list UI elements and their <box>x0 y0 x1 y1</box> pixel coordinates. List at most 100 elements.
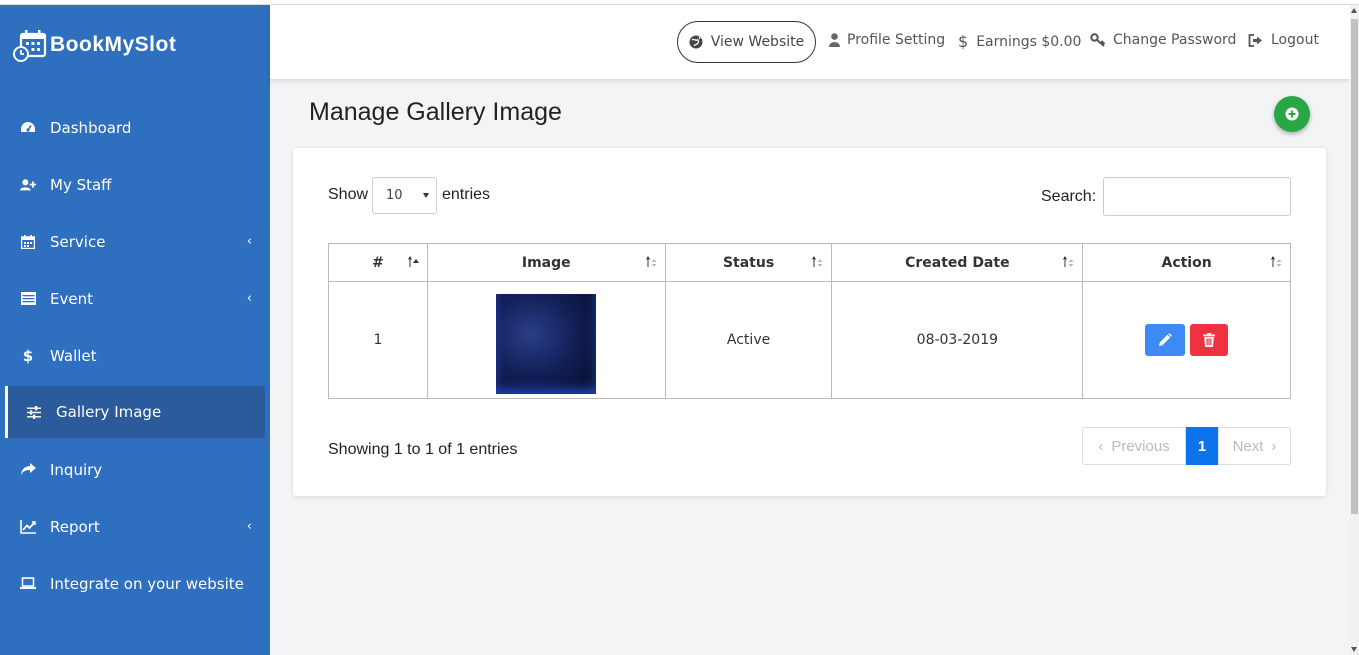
dollar-icon: $ <box>958 32 969 51</box>
top-header: View Website Profile Setting $ Earnings … <box>270 5 1350 79</box>
scrollbar-thumb[interactable] <box>1351 19 1358 514</box>
logout-icon <box>1248 33 1262 47</box>
column-header-image[interactable]: Image <box>426 243 666 282</box>
column-header-label: Status <box>722 254 775 271</box>
gallery-card: Show 10 entries Search: # Image Status C… <box>293 148 1326 496</box>
logout-link[interactable]: Logout <box>1248 32 1319 48</box>
sidebar-item-service[interactable]: Service ‹ <box>0 213 270 270</box>
entries-label: entries <box>442 186 491 203</box>
column-header-status[interactable]: Status <box>664 243 833 282</box>
change-password-link[interactable]: Change Password <box>1090 32 1236 48</box>
sidebar-item-label: My Staff <box>50 175 112 194</box>
row-actions <box>1082 281 1291 399</box>
chart-icon <box>20 519 36 535</box>
sidebar-item-label: Wallet <box>50 346 97 365</box>
laptop-icon <box>20 576 36 592</box>
earnings-label: Earnings $0.00 <box>976 33 1082 50</box>
previous-label: Previous <box>1111 437 1170 455</box>
chevron-right-icon: › <box>1271 437 1277 455</box>
add-gallery-image-button[interactable] <box>1274 96 1310 132</box>
previous-page-button[interactable]: ‹ Previous <box>1082 427 1186 465</box>
sidebar-item-integrate[interactable]: Integrate on your website <box>0 555 270 612</box>
gallery-table: # Image Status Created Date Action 1 Act… <box>328 243 1291 399</box>
next-label: Next <box>1232 437 1264 455</box>
sidebar-item-gallery-image[interactable]: Gallery Image <box>5 386 265 438</box>
view-website-label: View Website <box>710 34 805 50</box>
sort-icon <box>1063 256 1074 267</box>
show-label: Show <box>328 186 369 203</box>
page-size-value: 10 <box>386 188 403 203</box>
sort-icon <box>1271 256 1282 267</box>
sidebar-item-label: Gallery Image <box>56 403 162 421</box>
row-created-date: 08-03-2019 <box>831 281 1084 399</box>
earnings-link[interactable]: $ Earnings $0.00 <box>958 32 1081 51</box>
share-icon <box>20 462 36 478</box>
user-icon <box>829 33 840 47</box>
brand-logo[interactable]: BookMySlot <box>12 25 176 65</box>
sort-icon <box>645 256 657 267</box>
logout-label: Logout <box>1271 32 1319 48</box>
column-header-number[interactable]: # <box>328 243 428 282</box>
sidebar: BookMySlot Dashboard My Staff Service ‹ <box>0 5 270 655</box>
table-info: Showing 1 to 1 of 1 entries <box>328 441 518 458</box>
sidebar-item-label: Dashboard <box>50 118 132 137</box>
search-label: Search: <box>1041 188 1097 205</box>
page-1-button[interactable]: 1 <box>1186 427 1218 465</box>
key-icon <box>1090 33 1106 47</box>
search-input[interactable] <box>1103 177 1291 216</box>
sidebar-item-report[interactable]: Report ‹ <box>0 498 270 555</box>
sidebar-item-dashboard[interactable]: Dashboard <box>0 99 270 156</box>
page-title: Manage Gallery Image <box>309 98 562 126</box>
sidebar-item-label: Service <box>50 232 106 251</box>
dropdown-caret-icon <box>423 193 429 198</box>
calendar-icon <box>20 234 36 250</box>
dashboard-icon <box>20 120 36 136</box>
row-image-cell <box>426 281 666 399</box>
view-website-button[interactable]: View Website <box>677 21 816 63</box>
column-header-label: Image <box>521 254 571 271</box>
page-size-select[interactable]: 10 <box>372 177 437 214</box>
delete-button[interactable] <box>1190 324 1229 356</box>
brand-name: BookMySlot <box>50 33 177 56</box>
globe-icon <box>689 35 703 49</box>
next-page-button[interactable]: Next › <box>1218 427 1291 465</box>
list-icon <box>20 291 36 307</box>
profile-setting-label: Profile Setting <box>847 32 946 48</box>
column-header-label: # <box>372 254 384 271</box>
table-header-row: # Image Status Created Date Action <box>328 243 1291 282</box>
dollar-icon: $ <box>22 346 34 365</box>
sidebar-nav: Dashboard My Staff Service ‹ Event ‹ $ W… <box>0 99 270 612</box>
sliders-icon <box>26 404 42 420</box>
profile-setting-link[interactable]: Profile Setting <box>829 32 945 48</box>
scroll-up-arrow-icon[interactable] <box>1351 8 1357 13</box>
sidebar-item-wallet[interactable]: $ Wallet <box>0 327 270 384</box>
plus-circle-icon <box>1285 107 1299 121</box>
column-header-created-date[interactable]: Created Date <box>831 243 1084 282</box>
user-plus-icon <box>20 177 36 193</box>
sidebar-item-label: Event <box>50 289 93 308</box>
sort-ascending-icon <box>407 256 419 267</box>
chevron-left-icon: ‹ <box>246 233 252 249</box>
sidebar-item-event[interactable]: Event ‹ <box>0 270 270 327</box>
sidebar-item-my-staff[interactable]: My Staff <box>0 156 270 213</box>
change-password-label: Change Password <box>1113 32 1237 48</box>
scroll-down-arrow-icon[interactable] <box>1351 647 1357 652</box>
chevron-left-icon: ‹ <box>246 518 252 534</box>
pagination: ‹ Previous 1 Next › <box>1082 427 1291 465</box>
sidebar-item-label: Inquiry <box>50 460 103 479</box>
trash-icon <box>1203 333 1216 347</box>
calendar-clock-logo-icon <box>13 30 47 62</box>
chevron-left-icon: ‹ <box>246 290 252 306</box>
sidebar-item-inquiry[interactable]: Inquiry <box>0 441 270 498</box>
column-header-label: Created Date <box>905 254 1010 271</box>
edit-button[interactable] <box>1144 324 1185 356</box>
sidebar-item-label: Report <box>50 517 100 536</box>
column-header-label: Action <box>1161 254 1212 271</box>
chevron-left-icon: ‹ <box>1098 437 1104 455</box>
gallery-thumbnail-image[interactable] <box>496 294 597 394</box>
row-status: Active <box>664 281 833 399</box>
vertical-scrollbar[interactable] <box>1350 5 1359 655</box>
sidebar-item-label: Integrate on your website <box>50 574 244 593</box>
column-header-action[interactable]: Action <box>1082 243 1291 282</box>
sort-icon <box>812 256 823 267</box>
